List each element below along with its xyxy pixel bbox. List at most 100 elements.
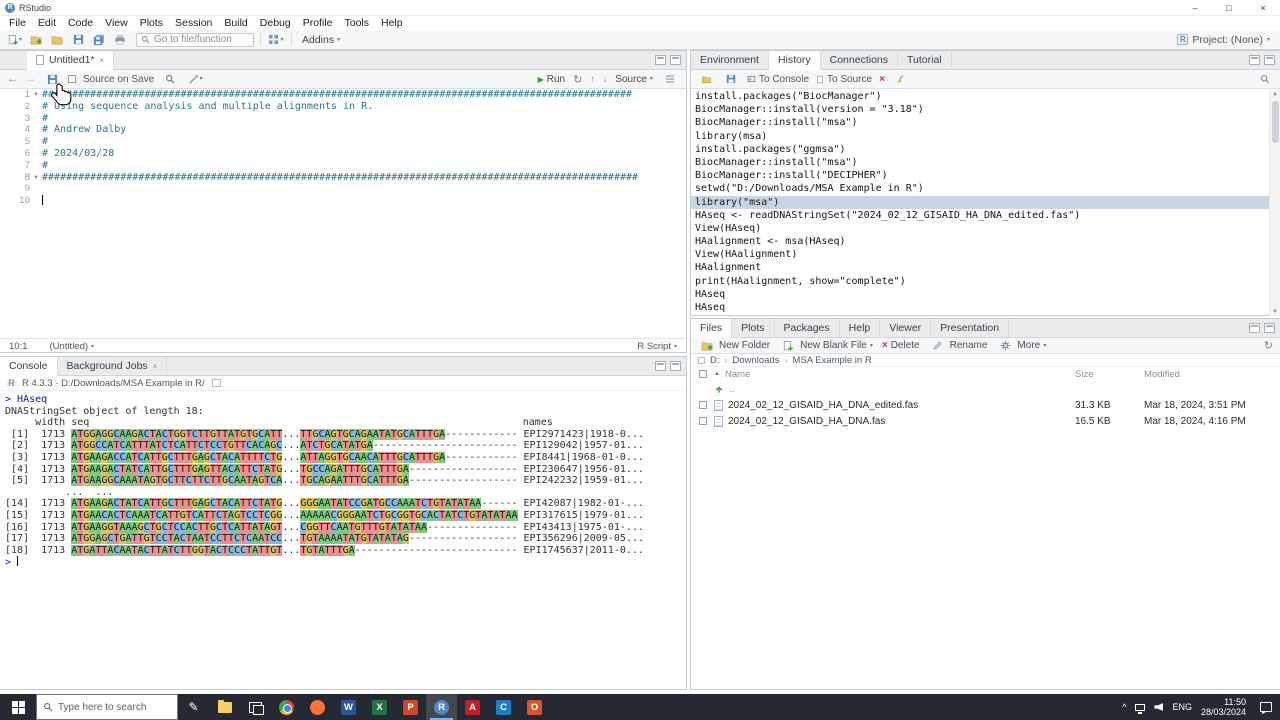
forward-icon[interactable]: → <box>25 73 36 85</box>
select-all-checkbox[interactable] <box>699 370 707 378</box>
project-menu[interactable]: R Project: (None) ▾ <box>1177 34 1274 46</box>
taskbar-outlook[interactable]: O <box>519 694 550 720</box>
notification-center-button[interactable] <box>1255 702 1277 712</box>
to-source-button[interactable]: To Source <box>816 74 872 85</box>
save-all-icon[interactable] <box>90 32 108 48</box>
history-scrollbar[interactable]: ▲ ▼ <box>1269 89 1280 316</box>
breadcrumb-item[interactable]: D: <box>710 355 720 366</box>
clock[interactable]: 11:50 28/03/2024 <box>1201 697 1246 717</box>
tab-untitled1[interactable]: Untitled1* × <box>27 51 115 70</box>
tab-presentation[interactable]: Presentation <box>931 319 1010 337</box>
tab-console[interactable]: Console <box>0 357 58 376</box>
history-item[interactable]: HAseq <- readDNAStringSet("2024_02_12_GI… <box>691 209 1269 222</box>
to-console-button[interactable]: To Console <box>747 74 809 85</box>
console-output[interactable]: > HAseq DNAStringSet object of length 18:… <box>0 391 686 568</box>
tab-history[interactable]: History <box>768 51 821 70</box>
taskbar-excel[interactable]: X <box>364 694 395 720</box>
more-button[interactable]: More ▾ <box>996 338 1046 354</box>
network-icon[interactable] <box>1135 703 1146 713</box>
maximize-pane-icon[interactable] <box>670 361 681 371</box>
close-tab-icon[interactable]: × <box>100 56 105 65</box>
source-button[interactable]: Source ▾ <box>615 74 653 85</box>
rename-button[interactable]: Rename <box>929 338 987 354</box>
column-name[interactable]: Name <box>725 369 750 380</box>
tab-files[interactable]: Files <box>691 319 733 338</box>
close-button[interactable]: × <box>1246 0 1280 16</box>
new-file-icon[interactable]: ▾ <box>6 32 24 48</box>
menu-tools[interactable]: Tools <box>338 17 375 29</box>
run-button[interactable]: ▶ Run <box>538 74 566 85</box>
refresh-files-icon[interactable]: ↻ <box>1264 339 1273 352</box>
tab-tutorial[interactable]: Tutorial <box>898 51 952 69</box>
find-icon[interactable] <box>161 71 179 87</box>
scroll-down-icon[interactable]: ▼ <box>1273 308 1277 315</box>
menu-edit[interactable]: Edit <box>32 17 62 29</box>
tab-background-jobs[interactable]: Background Jobs × <box>58 357 168 375</box>
history-item[interactable]: BiocManager::install("msa") <box>691 116 1269 129</box>
editor-line[interactable]: 6 # 2024/03/28 <box>0 148 686 160</box>
editor-line[interactable]: 3 # <box>0 113 686 125</box>
history-item[interactable]: HAseq <box>691 301 1269 314</box>
document-selector[interactable]: (Untitled) ▾ <box>50 341 95 352</box>
menu-code[interactable]: Code <box>62 17 99 29</box>
history-item[interactable]: BiocManager::install("msa") <box>691 156 1269 169</box>
editor-content[interactable]: 1 ▾ ######################################… <box>0 89 686 338</box>
menu-help[interactable]: Help <box>375 17 409 29</box>
rerun-icon[interactable]: ↻ <box>573 73 582 86</box>
open-file-icon[interactable] <box>48 32 66 48</box>
editor-line[interactable]: 9 <box>0 183 686 195</box>
file-row[interactable]: 2024_02_12_GISAID_HA_DNA.fas 16.5 KB Mar 1… <box>691 413 1280 429</box>
source-on-save-checkbox[interactable] <box>68 75 76 83</box>
tab-environment[interactable]: Environment <box>691 51 769 69</box>
back-icon[interactable]: ← <box>7 73 18 85</box>
scrollbar-thumb[interactable] <box>1272 101 1279 143</box>
menu-session[interactable]: Session <box>169 17 218 29</box>
outline-icon[interactable] <box>661 71 679 87</box>
history-item[interactable]: print(HAalignment, show="complete") <box>691 275 1269 288</box>
history-item[interactable]: View(HAseq) <box>691 222 1269 235</box>
history-item[interactable]: BiocManager::install("DECIPHER") <box>691 169 1269 182</box>
updir-row[interactable]: .. <box>691 381 1280 397</box>
maximize-button[interactable]: □ <box>1212 0 1246 16</box>
scroll-up-icon[interactable]: ▲ <box>1273 90 1277 97</box>
column-size[interactable]: Size <box>1075 369 1137 380</box>
taskbar-windows-ink[interactable]: ✎ <box>178 694 209 720</box>
taskbar-firefox[interactable] <box>302 694 333 720</box>
history-item[interactable]: install.packages("ggmsa") <box>691 143 1269 156</box>
minimize-pane-icon[interactable] <box>655 361 666 371</box>
delete-button[interactable]: × Delete <box>882 340 920 351</box>
menu-view[interactable]: View <box>99 17 134 29</box>
tab-viewer[interactable]: Viewer <box>880 319 932 337</box>
history-item[interactable]: View(HAalignment) <box>691 248 1269 261</box>
clear-history-broom-icon[interactable] <box>892 71 910 87</box>
history-item[interactable]: HAalignment <- msa(HAseq) <box>691 235 1269 248</box>
history-item[interactable]: BiocManager::install(version = "3.18") <box>691 103 1269 116</box>
editor-line[interactable]: 7 # <box>0 160 686 172</box>
addins-menu[interactable]: Addins ▾ <box>298 34 344 46</box>
maximize-pane-icon[interactable] <box>1264 55 1275 65</box>
breadcrumb-item[interactable]: MSA Example in R <box>793 355 872 366</box>
history-item[interactable]: setwd("D:/Downloads/MSA Example in R") <box>691 182 1269 195</box>
doc-type-selector[interactable]: R Script ▾ <box>637 341 677 352</box>
new-project-icon[interactable] <box>27 32 45 48</box>
taskbar-file-explorer[interactable] <box>209 694 240 720</box>
new-folder-button[interactable]: New Folder <box>698 338 770 354</box>
minimize-pane-icon[interactable] <box>1249 323 1260 333</box>
maximize-pane-icon[interactable] <box>1264 323 1275 333</box>
new-blank-file-button[interactable]: New Blank File ▾ <box>779 338 873 354</box>
menu-profile[interactable]: Profile <box>297 17 339 29</box>
language-indicator[interactable]: ENG <box>1172 702 1192 712</box>
run-above-icon[interactable]: ↑ <box>590 74 595 84</box>
taskbar-chrome[interactable] <box>271 694 302 720</box>
taskbar-search-input[interactable]: Type here to search <box>36 694 178 720</box>
volume-icon[interactable] <box>1154 703 1164 711</box>
tab-help[interactable]: Help <box>840 319 881 337</box>
breadcrumb-item[interactable]: Downloads <box>733 355 780 366</box>
save-icon[interactable] <box>69 32 87 48</box>
save-history-icon[interactable] <box>722 71 740 87</box>
column-modified[interactable]: Modified <box>1144 369 1272 380</box>
history-item[interactable]: HAseq <box>691 288 1269 301</box>
history-item[interactable]: install.packages("BiocManager") <box>691 90 1269 103</box>
history-item[interactable]: library(msa) <box>691 130 1269 143</box>
menu-file[interactable]: File <box>3 17 32 29</box>
